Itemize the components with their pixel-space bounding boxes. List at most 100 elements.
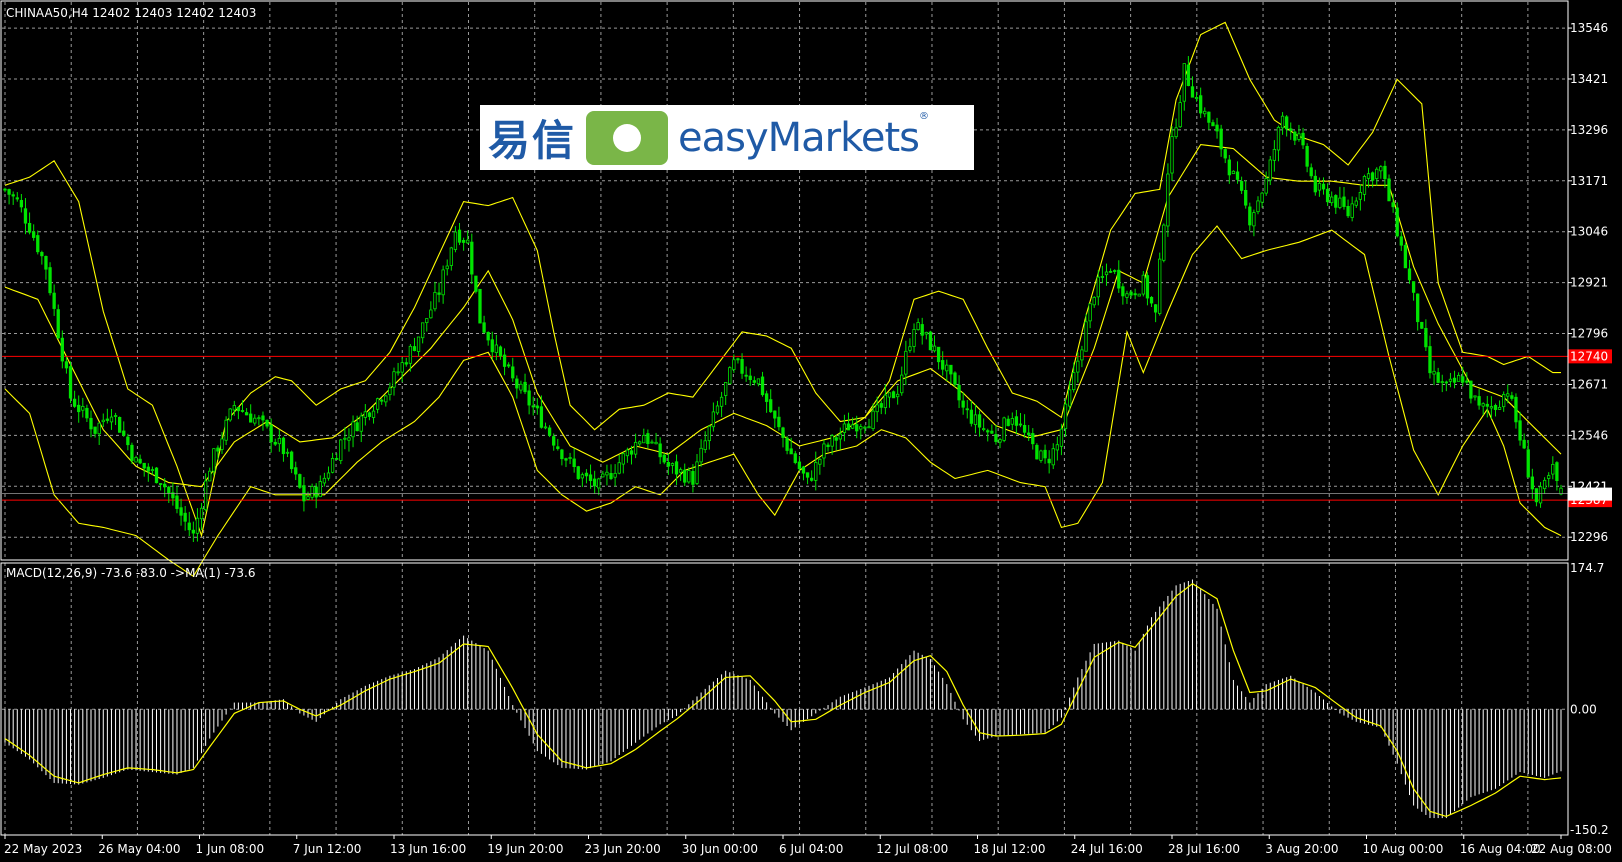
candle-body — [363, 411, 367, 418]
candle-body — [158, 483, 163, 485]
candle-body — [547, 427, 552, 436]
candle-body — [220, 438, 224, 450]
candle-body — [650, 441, 654, 444]
candle-body — [1084, 321, 1088, 352]
candle-body — [511, 366, 515, 379]
candle-body — [973, 414, 978, 426]
candle-body — [879, 403, 883, 408]
candle-body — [7, 189, 11, 195]
candle-body — [1014, 416, 1019, 426]
candle-body — [719, 396, 724, 407]
candle-body — [175, 495, 179, 509]
candle-body — [912, 329, 916, 347]
candle-body — [392, 371, 396, 388]
candle-body — [118, 416, 122, 433]
price-tick-label: 12796 — [1570, 327, 1608, 341]
candle-body — [60, 337, 64, 362]
candle-body — [183, 512, 187, 522]
candle-body — [1395, 207, 1399, 237]
candle-body — [224, 419, 228, 441]
candle-body — [261, 415, 265, 421]
candle-body — [891, 391, 896, 399]
candle-body — [769, 399, 773, 413]
candle-body — [298, 474, 302, 488]
candle-body — [744, 374, 748, 377]
candle-body — [830, 435, 834, 447]
candle-body — [126, 436, 130, 446]
candle-body — [134, 457, 138, 463]
candle-body — [1006, 418, 1010, 427]
candle-body — [52, 292, 56, 309]
candle-body — [1149, 296, 1154, 304]
time-tick-label: 18 Jul 12:00 — [974, 842, 1046, 856]
candle-body — [543, 426, 548, 429]
candle-body — [1538, 486, 1543, 504]
candle-body — [752, 380, 756, 383]
candle-body — [457, 229, 462, 243]
candle-body — [249, 413, 253, 423]
candle-body — [1244, 190, 1248, 206]
candle-body — [1121, 286, 1125, 297]
candle-body — [1420, 321, 1424, 329]
candle-body — [474, 275, 478, 292]
candle-body — [1239, 181, 1244, 191]
candle-body — [642, 434, 646, 444]
candle-body — [408, 345, 413, 364]
level-price-tag-label: 12740 — [1570, 349, 1608, 363]
candle-body — [269, 424, 273, 443]
candle-body — [1129, 291, 1133, 296]
candle-body — [1469, 380, 1473, 399]
candle-body — [560, 449, 564, 460]
candle-body — [1264, 178, 1268, 194]
candle-body — [789, 448, 793, 455]
candle-body — [1027, 432, 1031, 435]
candle-body — [1289, 128, 1293, 132]
candle-body — [1231, 170, 1236, 175]
time-tick-label: 6 Jul 04:00 — [779, 842, 843, 856]
candle-body — [1325, 188, 1330, 203]
candle-body — [1113, 270, 1117, 272]
candle-body — [1100, 276, 1105, 278]
candle-body — [957, 384, 961, 401]
candle-body — [1203, 110, 1207, 115]
candle-body — [404, 362, 408, 365]
candle-body — [605, 471, 609, 476]
time-tick-label: 28 Jul 16:00 — [1168, 842, 1240, 856]
candle-body — [1350, 203, 1354, 218]
candle-body — [32, 231, 36, 238]
candle-body — [1452, 377, 1457, 383]
candle-body — [539, 406, 544, 428]
candle-body — [1551, 463, 1555, 475]
candle-body — [1047, 458, 1051, 464]
macd-tick-label: 174.7 — [1570, 561, 1604, 575]
candle-body — [355, 422, 359, 432]
candle-body — [1432, 370, 1436, 375]
candle-body — [1407, 268, 1412, 281]
candle-body — [687, 470, 691, 483]
macd-tick-label: 0.00 — [1570, 702, 1597, 716]
candle-body — [842, 423, 847, 433]
candle-body — [347, 437, 351, 441]
candle-body — [253, 417, 257, 424]
price-tick-label: 13046 — [1570, 225, 1608, 239]
candle-body — [351, 421, 355, 438]
candle-body — [502, 354, 507, 367]
candle-body — [1260, 192, 1264, 203]
candle-body — [1489, 406, 1494, 409]
candle-body — [89, 417, 93, 430]
macd-label: MACD(12,26,9) -73.6 -83.0 ->MA(1) -73.6 — [6, 566, 256, 580]
candle-body — [949, 364, 953, 375]
candle-body — [396, 371, 400, 374]
candle-body — [400, 362, 404, 373]
candle-body — [195, 517, 200, 534]
candle-body — [1215, 124, 1219, 132]
candle-body — [453, 231, 458, 250]
candle-body — [1317, 182, 1322, 191]
candle-body — [732, 359, 736, 370]
candle-body — [72, 398, 77, 407]
candle-body — [654, 441, 658, 445]
candle-body — [883, 394, 888, 409]
candle-body — [429, 309, 433, 319]
candle-body — [523, 381, 527, 393]
candle-body — [977, 414, 982, 428]
